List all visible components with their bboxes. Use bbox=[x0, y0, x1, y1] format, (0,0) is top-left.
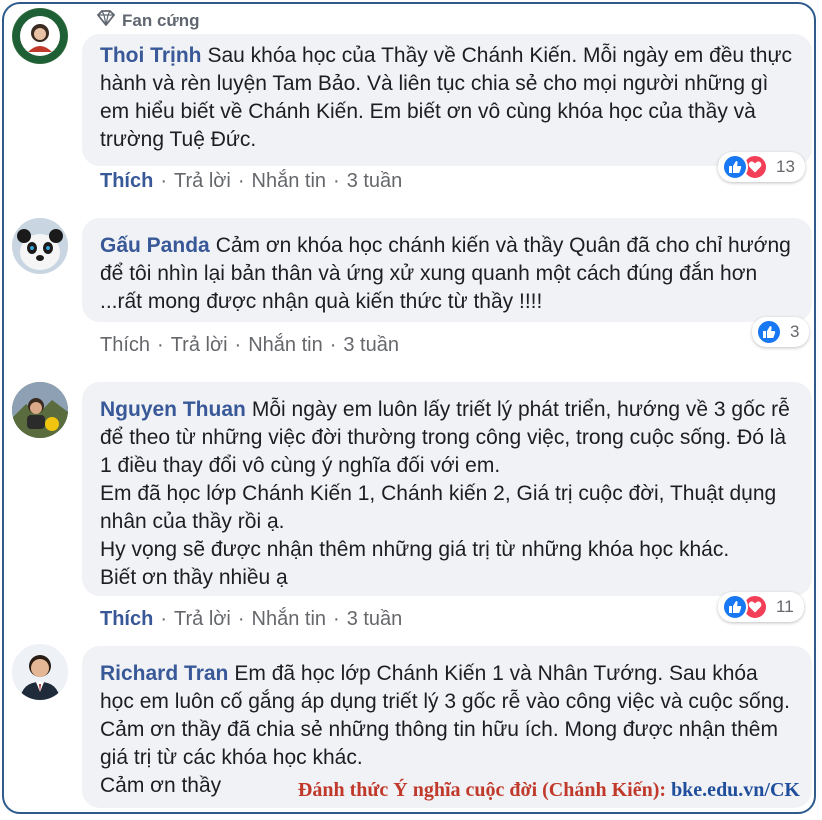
separator-dot: · bbox=[160, 608, 168, 630]
like-icon bbox=[722, 594, 748, 620]
separator-dot: · bbox=[237, 170, 245, 192]
message-link[interactable]: Nhắn tin bbox=[252, 608, 327, 631]
separator-dot: · bbox=[234, 334, 242, 356]
comment-author[interactable]: Thoi Trịnh bbox=[100, 44, 201, 67]
fan-badge: Fan cứng bbox=[96, 10, 199, 31]
timestamp[interactable]: 3 tuần bbox=[347, 608, 403, 631]
separator-dot: · bbox=[329, 334, 337, 356]
timestamp[interactable]: 3 tuần bbox=[343, 334, 399, 357]
separator-dot: · bbox=[237, 608, 245, 630]
comment-author[interactable]: Richard Tran bbox=[100, 662, 228, 685]
like-link[interactable]: Thích bbox=[100, 170, 153, 193]
reaction-summary[interactable]: 11 bbox=[718, 592, 804, 622]
message-link[interactable]: Nhắn tin bbox=[252, 170, 327, 193]
comment-bubble: Gấu Panda Cảm ơn khóa học chánh kiến và t… bbox=[82, 218, 812, 322]
like-link[interactable]: Thích bbox=[100, 334, 150, 357]
reaction-summary[interactable]: 3 bbox=[752, 317, 810, 347]
comment-actions: Thích · Trả lời · Nhắn tin · 3 tuần bbox=[100, 334, 399, 357]
comment-actions: Thích · Trả lời · Nhắn tin · 3 tuần bbox=[100, 170, 402, 193]
like-icon bbox=[756, 319, 782, 345]
comment-text: Sau khóa học của Thầy về Chánh Kiến. Mỗi… bbox=[100, 44, 798, 151]
separator-dot: · bbox=[333, 608, 340, 630]
avatar[interactable] bbox=[12, 218, 68, 274]
separator-dot: · bbox=[157, 334, 164, 356]
watermark-caption: Đánh thức Ý nghĩa cuộc đời (Chánh Kiến):… bbox=[298, 779, 800, 802]
comment-text: Mỗi ngày em luôn lấy triết lý phát triển… bbox=[100, 398, 790, 589]
reaction-count: 13 bbox=[776, 157, 795, 176]
comment-author[interactable]: Gấu Panda bbox=[100, 234, 210, 257]
comment-author[interactable]: Nguyen Thuan bbox=[100, 398, 246, 421]
avatar[interactable] bbox=[12, 8, 68, 64]
reply-link[interactable]: Trả lời bbox=[171, 334, 228, 357]
comment-thread-frame: Fan cứng Thoi Trịnh Sau khóa học của Thầy… bbox=[2, 2, 816, 814]
like-icon bbox=[722, 154, 748, 180]
reaction-summary[interactable]: 13 bbox=[718, 152, 805, 182]
watermark-link[interactable]: bke.edu.vn/CK bbox=[671, 779, 800, 801]
like-link[interactable]: Thích bbox=[100, 608, 153, 631]
timestamp[interactable]: 3 tuần bbox=[347, 170, 403, 193]
comment-bubble: Nguyen Thuan Mỗi ngày em luôn lấy triết l… bbox=[82, 382, 812, 596]
avatar[interactable] bbox=[12, 644, 68, 700]
fan-badge-label: Fan cứng bbox=[122, 10, 200, 30]
watermark-text: Đánh thức Ý nghĩa cuộc đời (Chánh Kiến): bbox=[297, 779, 672, 801]
reaction-count: 3 bbox=[790, 322, 800, 341]
diamond-icon bbox=[96, 10, 116, 31]
avatar[interactable] bbox=[12, 382, 68, 438]
comment-bubble: Thoi Trịnh Sau khóa học của Thầy về Chánh… bbox=[82, 34, 812, 166]
comment-actions: Thích · Trả lời · Nhắn tin · 3 tuần bbox=[100, 608, 402, 631]
separator-dot: · bbox=[333, 170, 340, 192]
reply-link[interactable]: Trả lời bbox=[174, 170, 231, 193]
reply-link[interactable]: Trả lời bbox=[174, 608, 231, 631]
reaction-count: 11 bbox=[776, 597, 794, 616]
message-link[interactable]: Nhắn tin bbox=[248, 334, 323, 357]
separator-dot: · bbox=[160, 170, 168, 192]
